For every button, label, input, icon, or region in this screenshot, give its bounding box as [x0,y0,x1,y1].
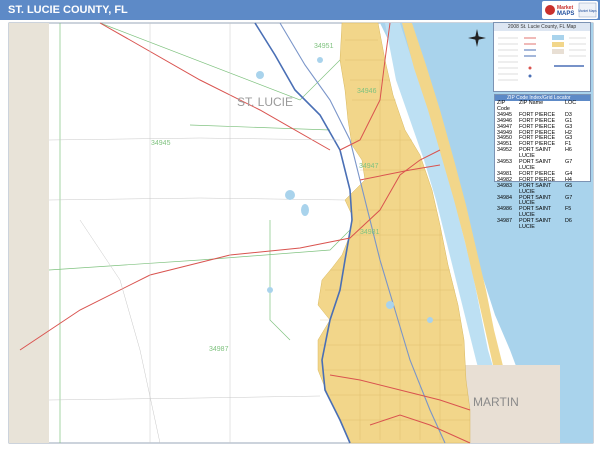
zip-name-cell: PORT SAINT LUCIE [519,218,552,231]
table-row: 34987 PORT SAINT LUCIE D6 [495,218,590,231]
loc-cell: G5 [565,182,573,189]
map-legend: 2008 St. Lucie County, FL Map [493,22,591,92]
neighbor-county-label: MARTIN [473,395,519,409]
county-label: ST. LUCIE [237,95,293,109]
west-county-strip [9,23,49,443]
zip-code-cell: 34983 [497,182,512,189]
zip-label: 34947 [359,163,379,170]
zip-label: 34981 [360,229,380,236]
logo-text-mid: MAPS [557,11,574,17]
zip-code-cell: 34987 [497,218,512,225]
zip-label: 34987 [209,346,229,353]
legend-title: 2008 St. Lucie County, FL Map [494,23,590,31]
map-header: ST. LUCIE COUNTY, FL Market MAPS Market … [0,0,600,20]
map-title: ST. LUCIE COUNTY, FL [8,4,128,16]
table-row: 34983 PORT SAINT LUCIE G5 [495,182,590,196]
zip-name-cell: PORT SAINT LUCIE [519,182,552,195]
legend-symbols [498,35,586,81]
loc-cell: D6 [565,218,572,225]
zip-label: 34951 [314,43,334,50]
logo-badge: Market Maps [578,9,597,13]
publisher-logo: Market MAPS Market Maps [542,1,598,19]
zip-code-locator: ZIP Code Index/Grid Locator ZIP Code ZIP… [494,94,591,230]
zip-label: 34945 [151,140,171,147]
zip-label: 34946 [357,88,377,95]
zip-locator-rows: 34945 FORT PIERCE D3 34946 FORT PIERCE G1 3494… [495,112,590,231]
